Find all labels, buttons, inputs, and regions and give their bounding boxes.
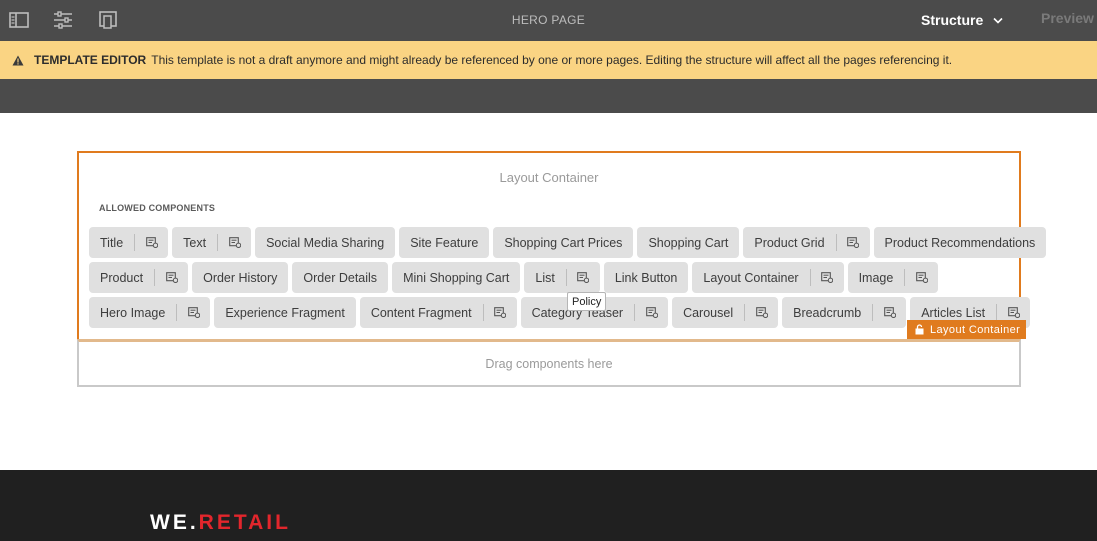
policy-tooltip: Policy (567, 292, 607, 311)
component-chip-label: Content Fragment (370, 305, 472, 320)
component-chip[interactable]: Order History (192, 262, 289, 293)
preview-button[interactable]: Preview (1041, 10, 1094, 26)
component-chip[interactable]: Text (172, 227, 252, 258)
component-chip[interactable]: Carousel (672, 297, 779, 328)
component-chip-label: Articles List (921, 305, 986, 320)
component-chip-label: Image (858, 270, 894, 285)
dropzone-text: Drag components here (485, 356, 613, 371)
drag-components-dropzone[interactable]: Drag components here (77, 339, 1021, 387)
component-chip-label: Order Details (303, 270, 378, 285)
component-chip-label: Order History (203, 270, 278, 285)
component-chip-label: Site Feature (410, 235, 479, 250)
component-chip[interactable]: Title (89, 227, 169, 258)
component-chip[interactable]: Hero Image (89, 297, 211, 328)
component-chip[interactable]: Content Fragment (359, 297, 517, 328)
component-row: Product Order History Order Details Mini Sh… (89, 262, 1050, 293)
component-chip[interactable]: Breadcrumb (782, 297, 907, 328)
layout-container-title: Layout Container (499, 170, 599, 185)
component-chip[interactable]: Product Recommendations (873, 227, 1047, 258)
policy-icon[interactable] (484, 307, 517, 318)
component-chip-label: Shopping Cart (648, 235, 729, 250)
policy-icon[interactable] (155, 272, 188, 283)
component-chip[interactable]: Order Details (292, 262, 389, 293)
component-chip-label: Shopping Cart Prices (504, 235, 623, 250)
warning-icon (12, 55, 24, 66)
page-properties-icon[interactable] (51, 9, 75, 31)
component-chip-label: Layout Container (703, 270, 799, 285)
component-chip-label: Title (100, 235, 124, 250)
policy-icon[interactable] (135, 237, 168, 248)
policy-icon[interactable] (635, 307, 668, 318)
site-footer: WE.RETAIL (0, 470, 1097, 541)
component-chip-label: Link Button (614, 270, 678, 285)
component-chip[interactable]: Social Media Sharing (255, 227, 396, 258)
component-chip[interactable]: Experience Fragment (214, 297, 356, 328)
top-toolbar: HERO PAGE Structure Preview (0, 0, 1097, 41)
layout-container-badge-label: Layout Container (930, 323, 1021, 336)
policy-icon[interactable] (218, 237, 251, 248)
component-chip[interactable]: Product (89, 262, 189, 293)
component-chip[interactable]: Shopping Cart Prices (493, 227, 634, 258)
mode-selector[interactable]: Structure (921, 10, 1003, 30)
banner-title: TEMPLATE EDITOR (34, 53, 147, 67)
logo-part-retail: RETAIL (198, 511, 291, 534)
component-chip-label: List (535, 270, 555, 285)
component-chip-label: Product Recommendations (884, 235, 1036, 250)
emulator-icon[interactable] (96, 9, 120, 31)
component-chip[interactable]: Link Button (603, 262, 689, 293)
component-chip-label: Carousel (683, 305, 734, 320)
component-chip-label: Hero Image (100, 305, 166, 320)
component-chip-label: Breadcrumb (793, 305, 862, 320)
we-retail-logo[interactable]: WE.RETAIL (150, 511, 291, 535)
policy-icon[interactable] (811, 272, 844, 283)
chevron-down-icon (993, 17, 1003, 24)
allowed-components-list: Title Text Social Media Sharing Site Featur… (89, 227, 1050, 332)
policy-icon[interactable] (997, 307, 1030, 318)
mode-selector-label: Structure (921, 12, 984, 28)
allowed-components-heading: ALLOWED COMPONENTS (99, 203, 216, 213)
template-editor-banner: TEMPLATE EDITOR This template is not a d… (0, 41, 1097, 79)
policy-icon[interactable] (177, 307, 210, 318)
component-row: Title Text Social Media Sharing Site Featur… (89, 227, 1050, 258)
side-panel-icon[interactable] (7, 9, 31, 31)
component-chip[interactable]: Product Grid (743, 227, 870, 258)
component-chip-label: Mini Shopping Cart (403, 270, 510, 285)
component-chip[interactable]: List (524, 262, 600, 293)
component-chip-label: Experience Fragment (225, 305, 345, 320)
policy-icon[interactable] (745, 307, 778, 318)
policy-icon[interactable] (905, 272, 938, 283)
component-chip-label: Social Media Sharing (266, 235, 385, 250)
policy-icon[interactable] (567, 272, 600, 283)
policy-icon[interactable] (837, 237, 870, 248)
layout-container-badge[interactable]: Layout Container (907, 320, 1027, 339)
component-chip[interactable]: Image (847, 262, 939, 293)
component-chip-label: Text (183, 235, 207, 250)
banner-message: This template is not a draft anymore and… (151, 53, 953, 67)
layout-container[interactable]: Layout Container ALLOWED COMPONENTS Titl… (77, 151, 1047, 341)
component-chip-label: Product Grid (754, 235, 825, 250)
policy-icon[interactable] (873, 307, 906, 318)
component-chip[interactable]: Layout Container (692, 262, 844, 293)
component-chip[interactable]: Shopping Cart (637, 227, 740, 258)
editor-subbar (0, 79, 1097, 113)
component-chip[interactable]: Mini Shopping Cart (392, 262, 521, 293)
component-chip[interactable]: Site Feature (399, 227, 490, 258)
unlock-icon (915, 324, 924, 335)
component-chip-label: Product (100, 270, 144, 285)
logo-part-we: WE. (150, 511, 199, 534)
